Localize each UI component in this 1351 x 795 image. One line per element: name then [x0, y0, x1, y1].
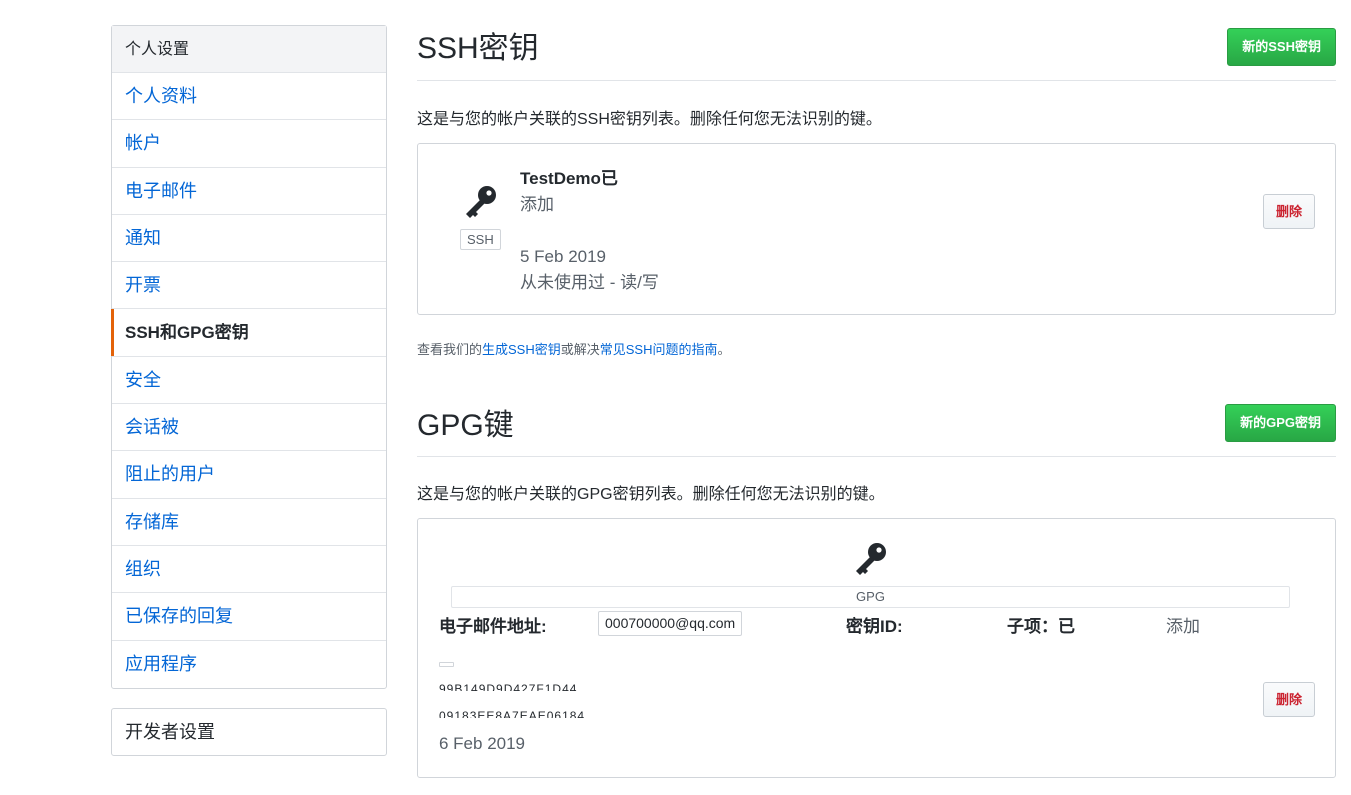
delete-gpg-key-button[interactable]: 删除: [1262, 682, 1315, 717]
help-prefix: 查看我们的: [417, 342, 483, 357]
sidebar-item-repositories[interactable]: 存储库: [112, 499, 386, 546]
gpg-subkey-line-1: 99B149D9D427F1D44: [439, 683, 578, 691]
gpg-description: 这是与您的帐户关联的GPG密钥列表。删除任何您无法识别的键。: [417, 486, 885, 503]
sidebar-item-organizations[interactable]: 组织: [112, 546, 386, 594]
ssh-keys-section: SSH密钥 新的SSH密钥 这是与您的帐户关联的SSH密钥列表。删除任何您无法识…: [417, 25, 1336, 358]
new-ssh-key-button[interactable]: 新的SSH密钥: [1227, 28, 1336, 66]
sidebar-item-saved-replies[interactable]: 已保存的回复: [112, 593, 386, 641]
sidebar-item-account[interactable]: 帐户: [112, 120, 386, 168]
ssh-subhead: SSH密钥 新的SSH密钥: [417, 25, 1336, 81]
main-content: SSH密钥 新的SSH密钥 这是与您的帐户关联的SSH密钥列表。删除任何您无法识…: [417, 25, 1336, 778]
ssh-key-usage: 从未使用过 - 读/写: [520, 273, 659, 292]
ssh-key-list-item: SSH TestDemo已 添加 5 Feb 2019 从未使用过 - 读/写 …: [417, 143, 1336, 315]
gpg-subhead: GPG键 新的GPG密钥: [417, 404, 1336, 457]
gpg-keyid-box: [439, 662, 454, 667]
settings-sidebar: 个人设置 个人资料 帐户 电子邮件 通知 开票 SSH和GPG密钥 安全 会话被…: [111, 25, 387, 756]
sidebar-item-billing[interactable]: 开票: [112, 262, 386, 310]
gpg-email-label: 电子邮件地址:: [439, 617, 547, 636]
developer-settings-menu: 开发者设置: [111, 707, 387, 756]
gpg-added-label: 添加: [1166, 617, 1200, 636]
personal-settings-menu: 个人设置 个人资料 帐户 电子邮件 通知 开票 SSH和GPG密钥 安全 会话被…: [111, 25, 387, 689]
sidebar-item-security[interactable]: 安全: [112, 357, 386, 405]
ssh-key-title: TestDemo已: [520, 169, 618, 188]
ssh-type-label: SSH: [460, 229, 501, 250]
new-gpg-key-button[interactable]: 新的GPG密钥: [1225, 404, 1336, 442]
sidebar-item-developer-settings[interactable]: 开发者设置: [112, 709, 386, 755]
ssh-help-text: 查看我们的生成SSH密钥或解决常见SSH问题的指南。: [417, 339, 1336, 358]
ssh-key-details: TestDemo已 添加 5 Feb 2019 从未使用过 - 读/写: [520, 166, 659, 296]
help-middle: 或解决: [560, 342, 600, 357]
key-icon: [856, 543, 886, 575]
menu-heading: 个人设置: [112, 26, 386, 73]
gpg-subkey-line-2: 09183EE8A7EAE06184: [439, 710, 586, 718]
sidebar-item-ssh-gpg-keys[interactable]: SSH和GPG密钥: [111, 309, 386, 357]
sidebar-item-applications[interactable]: 应用程序: [112, 641, 386, 688]
sidebar-item-emails[interactable]: 电子邮件: [112, 168, 386, 215]
ssh-troubleshoot-link[interactable]: 常见SSH问题的指南: [600, 342, 718, 357]
sidebar-item-profile[interactable]: 个人资料: [112, 73, 386, 121]
ssh-section-title: SSH密钥: [417, 32, 539, 65]
gpg-type-label: GPG: [451, 586, 1290, 608]
sidebar-item-notifications[interactable]: 通知: [112, 215, 386, 263]
gpg-subkey-label: 子项：已: [1007, 617, 1075, 636]
help-suffix: 。: [717, 342, 731, 357]
gpg-key-list-item: GPG 电子邮件地址: 000700000@qq.com 密钥ID: 子项：已 …: [417, 518, 1336, 778]
gpg-email-value: 000700000@qq.com: [598, 611, 743, 636]
ssh-key-date: 5 Feb 2019: [520, 247, 607, 266]
gpg-keys-section: GPG键 新的GPG密钥 这是与您的帐户关联的GPG密钥列表。删除任何您无法识别…: [417, 404, 1336, 778]
delete-ssh-key-button[interactable]: 删除: [1262, 194, 1315, 229]
gpg-key-date: 6 Feb 2019: [439, 734, 526, 753]
sidebar-item-blocked-users[interactable]: 阻止的用户: [112, 451, 386, 499]
ssh-key-type: SSH: [460, 184, 501, 250]
gpg-section-title: GPG键: [417, 409, 514, 442]
generate-ssh-key-link[interactable]: 生成SSH密钥: [482, 342, 561, 357]
key-icon: [466, 186, 496, 218]
ssh-description: 这是与您的帐户关联的SSH密钥列表。删除任何您无法识别的键。: [417, 111, 882, 128]
ssh-key-added: 添加: [520, 195, 554, 214]
sidebar-item-sessions[interactable]: 会话被: [112, 404, 386, 452]
gpg-keyid-label: 密钥ID:: [846, 617, 903, 636]
